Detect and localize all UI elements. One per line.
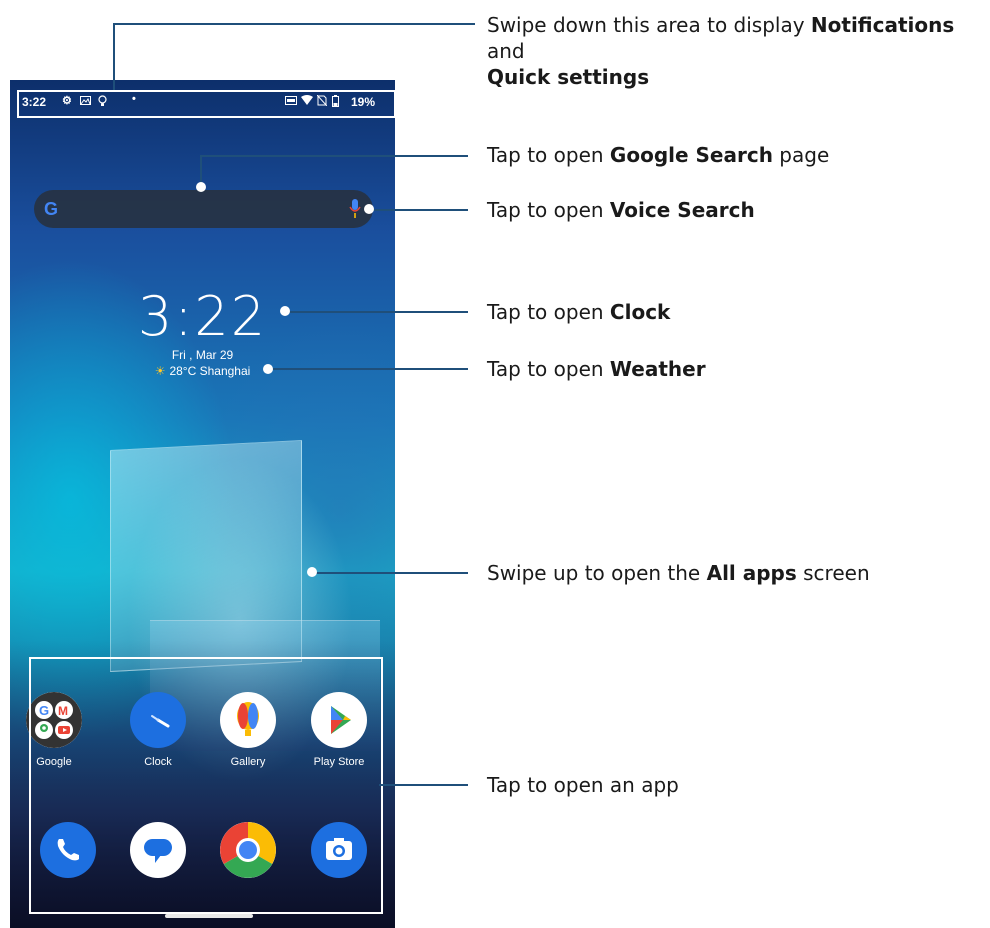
callout-line xyxy=(285,311,468,313)
apps-highlight-box xyxy=(29,657,383,914)
google-search-bar[interactable]: G xyxy=(34,190,373,228)
callout-line xyxy=(369,209,468,211)
weather-text: 28°C Shanghai xyxy=(169,364,251,378)
callout-voice-search: Tap to open Voice Search xyxy=(487,198,755,222)
callout-line xyxy=(312,572,468,574)
callout-notifications: Swipe down this area to display Notifica… xyxy=(487,13,955,89)
gesture-navigation-handle[interactable] xyxy=(165,914,253,918)
callout-open-app: Tap to open an app xyxy=(487,773,679,797)
voice-search-mic-icon[interactable] xyxy=(349,198,361,220)
callout-line xyxy=(113,23,115,90)
callout-dot xyxy=(307,567,317,577)
weather-widget[interactable]: ☀ 28°C Shanghai xyxy=(10,364,395,378)
callout-dot xyxy=(196,182,206,192)
callout-dot xyxy=(263,364,273,374)
callout-dot xyxy=(364,204,374,214)
callout-line xyxy=(268,368,468,370)
callout-all-apps: Swipe up to open the All apps screen xyxy=(487,561,870,585)
clock-widget-date[interactable]: Fri , Mar 29 xyxy=(10,348,395,362)
clock-widget-time[interactable]: 3:22 xyxy=(10,285,395,348)
callout-line xyxy=(113,23,475,25)
callout-line xyxy=(379,784,468,786)
callout-google-search: Tap to open Google Search page xyxy=(487,143,830,167)
callout-dot xyxy=(280,306,290,316)
callout-line xyxy=(200,155,468,157)
callout-weather: Tap to open Weather xyxy=(487,357,706,381)
google-g-icon: G xyxy=(44,199,59,219)
status-bar-highlight-box xyxy=(17,90,396,118)
callout-clock: Tap to open Clock xyxy=(487,300,671,324)
sunny-weather-icon: ☀ xyxy=(154,364,166,378)
